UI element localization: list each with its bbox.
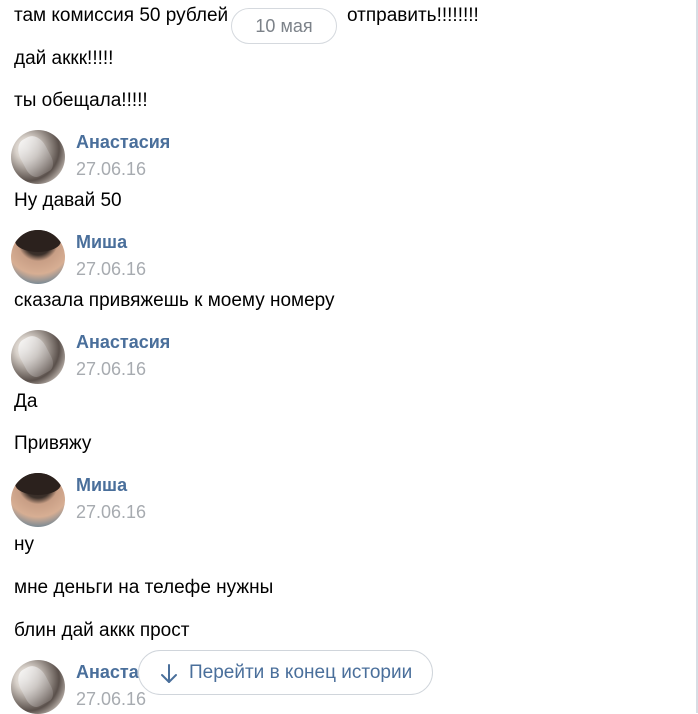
author-name[interactable]: Миша xyxy=(76,231,127,253)
message-text: Да xyxy=(14,391,38,412)
avatar[interactable] xyxy=(11,130,65,184)
message-feed[interactable]: там комиссия 50 рублей отправить!!!!!!!!… xyxy=(0,0,698,714)
jump-to-end-label: Перейти в конец истории xyxy=(189,662,413,683)
arrow-down-icon xyxy=(161,664,177,683)
author-name[interactable]: Анаста xyxy=(76,661,139,683)
message-text: там комиссия 50 рублей xyxy=(14,5,229,26)
author-name[interactable]: Миша xyxy=(76,474,127,496)
message-text: ты обещала!!!!! xyxy=(14,90,148,111)
message-date[interactable]: 27.06.16 xyxy=(76,258,146,280)
message-text-tail: отправить!!!!!!!! xyxy=(347,5,479,26)
message-date[interactable]: 27.06.16 xyxy=(76,688,146,710)
message-text: Ну давай 50 xyxy=(14,190,122,211)
message-date[interactable]: 27.06.16 xyxy=(76,158,146,180)
message-date[interactable]: 27.06.16 xyxy=(76,501,146,523)
avatar[interactable] xyxy=(11,473,65,527)
author-name[interactable]: Анастасия xyxy=(76,331,170,353)
message-text: дай аккк!!!!! xyxy=(14,48,114,69)
message-text: мне деньги на телефе нужны xyxy=(14,577,274,598)
message-text: ну xyxy=(14,534,34,555)
avatar[interactable] xyxy=(11,330,65,384)
author-name[interactable]: Анастасия xyxy=(76,131,170,153)
date-separator: 10 мая xyxy=(231,8,337,44)
jump-to-end-button[interactable]: Перейти в конец истории xyxy=(138,650,433,695)
avatar[interactable] xyxy=(11,230,65,284)
message-date[interactable]: 27.06.16 xyxy=(76,358,146,380)
message-text: Привяжу xyxy=(14,433,92,454)
avatar[interactable] xyxy=(11,660,65,714)
message-text: сказала привяжешь к моему номеру xyxy=(14,290,335,311)
message-text: блин дай аккк прост xyxy=(14,620,190,641)
